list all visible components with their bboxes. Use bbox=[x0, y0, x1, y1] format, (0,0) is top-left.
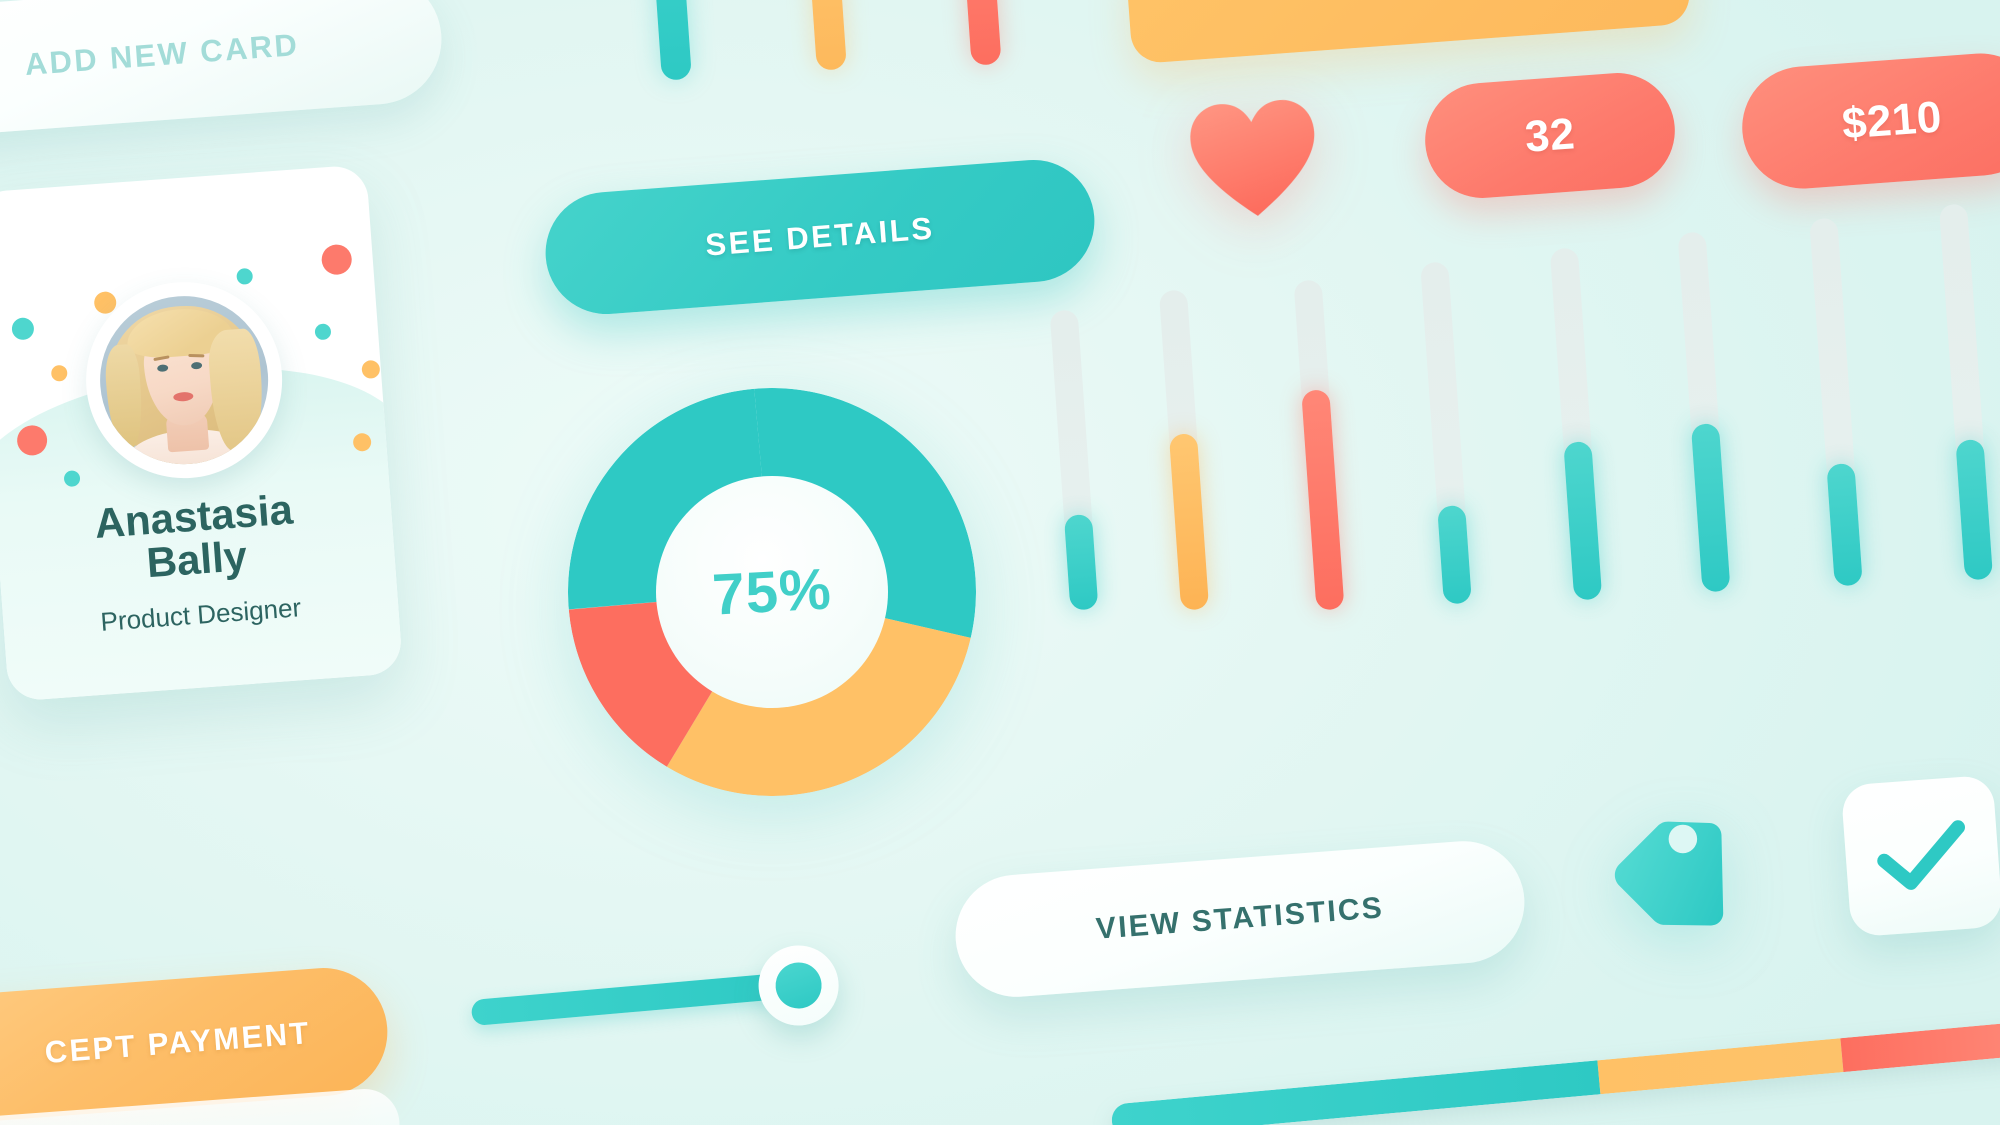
vertical-slider-track[interactable] bbox=[1158, 289, 1210, 611]
vertical-slider-track[interactable] bbox=[1809, 217, 1863, 587]
vertical-slider-fill bbox=[1168, 433, 1210, 611]
horizontal-slider-track[interactable] bbox=[470, 971, 802, 1027]
horizontal-slider-knob-inner bbox=[773, 960, 824, 1011]
vertical-slider-track[interactable] bbox=[1049, 309, 1099, 611]
vertical-slider-fill bbox=[1437, 504, 1472, 605]
vertical-slider-fill bbox=[1826, 462, 1863, 587]
vertical-slider-fill bbox=[1955, 438, 1994, 581]
vertical-slider-fill bbox=[1301, 389, 1345, 611]
vertical-slider-track[interactable] bbox=[1677, 231, 1731, 593]
checkbox-checked[interactable] bbox=[1840, 774, 2000, 938]
vertical-slider-track[interactable] bbox=[1938, 203, 1994, 581]
view-statistics-label: VIEW STATISTICS bbox=[1094, 891, 1386, 946]
vertical-slider-track[interactable] bbox=[1293, 279, 1345, 611]
vertical-slider-fill bbox=[1690, 422, 1731, 593]
vertical-slider-track[interactable] bbox=[1549, 247, 1603, 601]
vertical-slider-fill bbox=[1063, 513, 1099, 611]
vertical-slider-fill bbox=[1563, 440, 1603, 601]
check-icon bbox=[1877, 820, 1965, 890]
accept-payment-label: CEPT PAYMENT bbox=[43, 1015, 312, 1070]
tag-icon[interactable] bbox=[1610, 800, 1760, 950]
vertical-slider-track[interactable] bbox=[1420, 261, 1472, 605]
ui-kit-canvas: ADD NEW CARD Anastasia Bally Product Des… bbox=[0, 0, 2000, 1125]
